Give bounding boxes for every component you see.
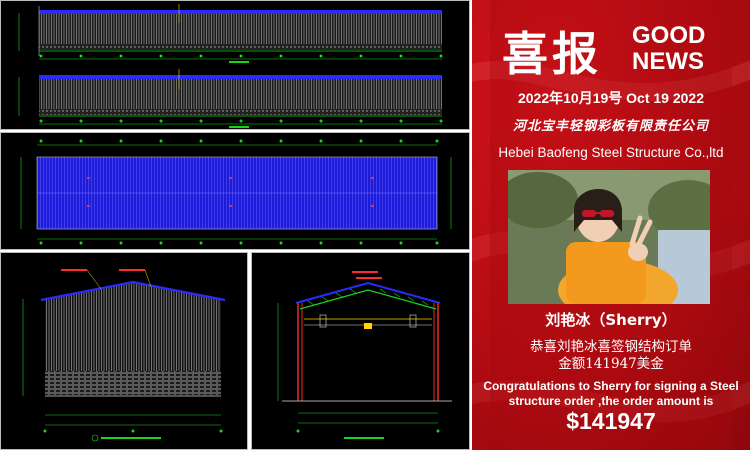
company-name-en: Hebei Baofeng Steel Structure Co.,ltd xyxy=(498,145,724,160)
drawing-panel-cross-section xyxy=(251,252,470,450)
title-cn: 喜报 xyxy=(502,27,602,81)
message-cn-line-2: 金额141947美金 xyxy=(558,356,664,372)
good-news-poster: 喜报 GOOD NEWS 2022年10月19号 Oct 19 2022 河北宝… xyxy=(472,0,750,450)
message-en-line-1: Congratulations to Sherry for signing a … xyxy=(483,379,739,393)
gable-elevation-drawing xyxy=(22,269,226,442)
cross-section-drawing xyxy=(277,271,452,439)
drawing-panel-elevations xyxy=(0,0,470,130)
person-photo xyxy=(508,170,710,304)
long-elevation-drawings xyxy=(18,4,443,128)
company-name-cn: 河北宝丰轻钢彩板有限责任公司 xyxy=(512,119,709,134)
photo-illustration xyxy=(508,170,710,304)
roof-plan-drawing xyxy=(20,139,452,245)
date-line: 2022年10月19号 Oct 19 2022 xyxy=(517,90,704,106)
person-name: 刘艳冰（Sherry） xyxy=(545,311,677,329)
drawing-panel-gable-elevation xyxy=(0,252,248,450)
order-amount: $141947 xyxy=(566,408,656,434)
message-en-line-2: structure order ,the order amount is xyxy=(508,394,714,408)
drawing-panel-roof-plan xyxy=(0,132,470,250)
title-en-news: NEWS xyxy=(632,48,704,75)
title-en-good: GOOD xyxy=(632,22,706,49)
